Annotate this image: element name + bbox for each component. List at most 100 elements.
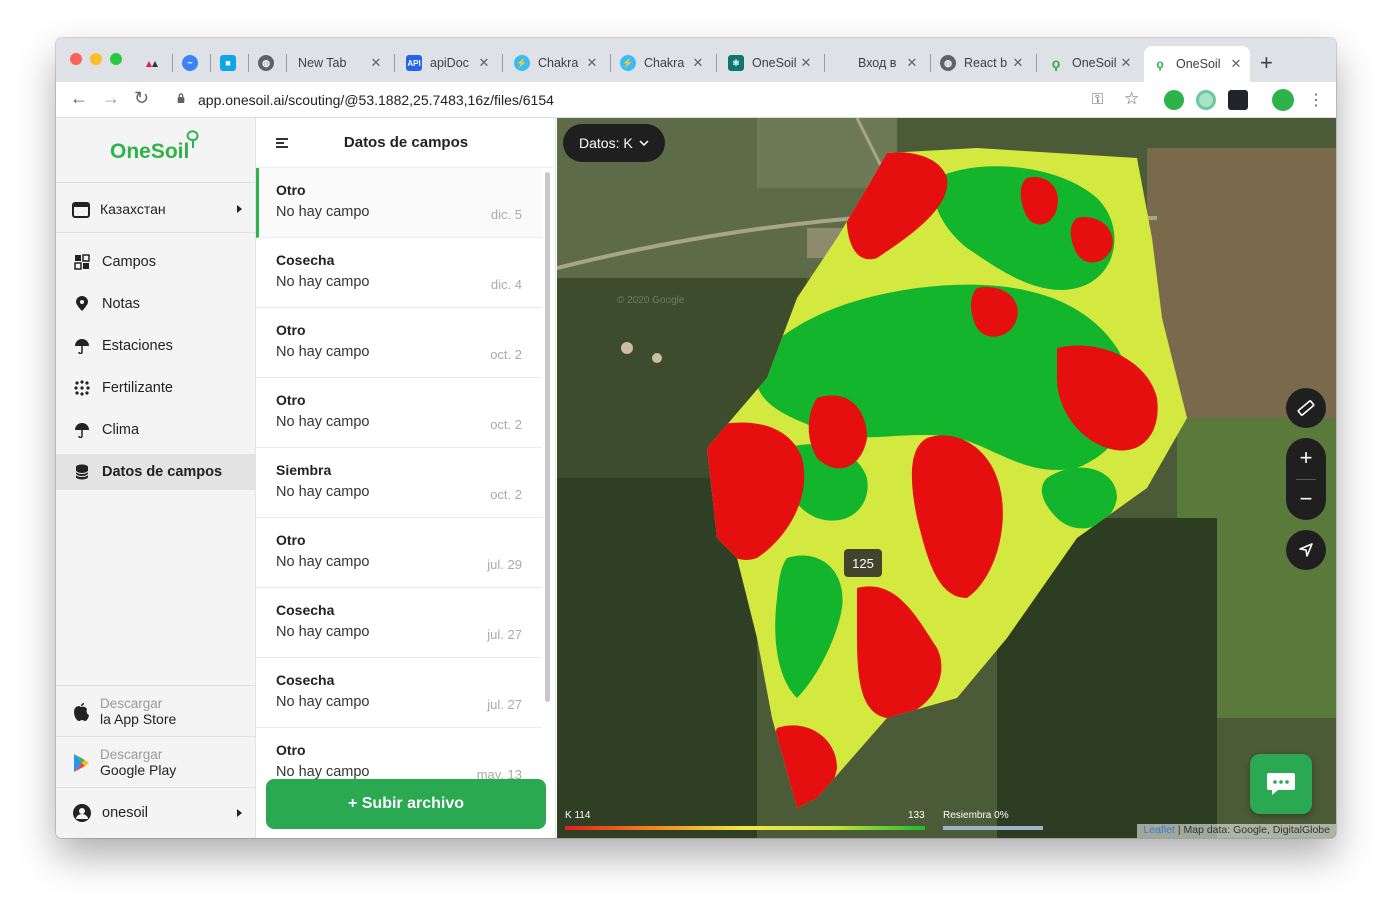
file-row[interactable]: Cosecha No hay campo jul. 27 xyxy=(256,588,542,658)
user-menu[interactable]: onesoil xyxy=(72,803,242,823)
app-store-line1: Descargar xyxy=(100,696,163,711)
close-icon[interactable]: ✕ xyxy=(904,55,920,71)
tab-onesoil-1[interactable]: ϙ OneSoil ✕ xyxy=(1040,48,1140,78)
zoom-out-button[interactable]: − xyxy=(1286,479,1326,519)
file-date: jul. 27 xyxy=(487,627,522,642)
tab-pinned-1[interactable] xyxy=(136,48,172,78)
sidebar-item-datos-de-campos[interactable]: Datos de campos xyxy=(56,454,256,490)
ruler-button[interactable] xyxy=(1286,388,1326,428)
star-icon[interactable]: ☆ xyxy=(1124,89,1139,109)
forward-arrow-icon[interactable]: → xyxy=(102,88,120,109)
close-icon[interactable]: ✕ xyxy=(690,55,706,71)
value-tooltip: 125 xyxy=(844,549,882,577)
close-icon[interactable]: ✕ xyxy=(1118,55,1134,71)
tab-pinned-2[interactable]: ~ xyxy=(174,48,210,78)
file-row[interactable]: Cosecha No hay campo dic. 4 xyxy=(256,238,542,308)
extension-circle-icon[interactable] xyxy=(1196,90,1216,110)
file-row[interactable]: Otro No hay campo may. 13 xyxy=(256,728,542,780)
caret-right-icon xyxy=(237,205,242,213)
locate-button[interactable] xyxy=(1286,530,1326,570)
tab-chakra-2[interactable]: ⚡ Chakra ✕ xyxy=(612,48,712,78)
onesoil-icon: ϙ xyxy=(1156,57,1164,71)
legend-gradient xyxy=(565,826,925,830)
profile-avatar[interactable] xyxy=(1272,89,1294,111)
file-type: Otro xyxy=(276,182,306,198)
file-row[interactable]: Otro No hay campo dic. 5 xyxy=(256,168,542,238)
minimize-window-button[interactable] xyxy=(90,53,102,65)
file-row[interactable]: Cosecha No hay campo jul. 27 xyxy=(256,658,542,728)
file-list: Otro No hay campo dic. 5 Cosecha No hay … xyxy=(256,168,542,780)
file-row[interactable]: Otro No hay campo oct. 2 xyxy=(256,308,542,378)
file-field: No hay campo xyxy=(276,274,370,290)
caret-right-icon xyxy=(237,809,242,817)
map-view[interactable]: © 2020 Google Datos: K + − 125 K 114 133… xyxy=(557,118,1336,838)
key-icon[interactable]: ⚿ xyxy=(1092,91,1103,108)
url-field[interactable]: app.onesoil.ai/scouting/@53.1882,25.7483… xyxy=(198,92,554,108)
onesoil-logo[interactable]: OneSoil xyxy=(110,140,189,164)
leaf-logo-icon xyxy=(186,130,199,148)
back-arrow-icon[interactable]: ← xyxy=(70,88,88,109)
close-icon[interactable]: ✕ xyxy=(1010,55,1026,71)
chevron-down-icon xyxy=(639,140,649,146)
scrollbar-thumb[interactable] xyxy=(545,172,550,702)
leaflet-link[interactable]: Leaflet xyxy=(1143,824,1175,836)
user-name: onesoil xyxy=(102,805,148,821)
fields-icon xyxy=(74,254,90,270)
panel-title: Datos de campos xyxy=(343,134,469,151)
api-icon: API xyxy=(406,55,422,71)
react-icon: ⚛ xyxy=(728,55,744,71)
file-row[interactable]: Otro No hay campo jul. 29 xyxy=(256,518,542,588)
close-icon[interactable]: ✕ xyxy=(584,55,600,71)
google-play-link[interactable]: Descargar Google Play xyxy=(72,747,176,778)
sidebar-item-label: Campos xyxy=(102,254,156,270)
close-icon[interactable]: ✕ xyxy=(368,55,384,71)
tab-pinned-4[interactable]: ◍ xyxy=(250,48,286,78)
file-field: No hay campo xyxy=(276,204,370,220)
close-icon[interactable]: ✕ xyxy=(1228,56,1244,72)
chat-button[interactable] xyxy=(1250,754,1312,814)
tab-onesoil-active[interactable]: ϙ OneSoil ✕ xyxy=(1144,46,1250,82)
file-type: Siembra xyxy=(276,462,332,478)
tab-pinned-3[interactable]: ■ xyxy=(212,48,248,78)
tab-chakra-1[interactable]: ⚡ Chakra ✕ xyxy=(506,48,606,78)
sidebar-item-clima[interactable]: Clima xyxy=(56,412,256,448)
upload-file-button[interactable]: + Subir archivo xyxy=(266,779,546,829)
chakra-icon: ⚡ xyxy=(514,55,530,71)
zoom-controls: + − xyxy=(1286,438,1326,520)
more-vert-icon[interactable]: ⋮ xyxy=(1308,90,1324,110)
close-icon[interactable]: ✕ xyxy=(476,55,492,71)
extension-green-icon[interactable] xyxy=(1164,90,1184,110)
react-devtools-icon[interactable] xyxy=(1228,90,1248,110)
close-icon[interactable]: ✕ xyxy=(798,55,814,71)
tab-apidoc[interactable]: API apiDoc ✕ xyxy=(398,48,498,78)
tab-onesoil-react[interactable]: ⚛ OneSoil ✕ xyxy=(720,48,820,78)
data-layer-selector[interactable]: Datos: K xyxy=(563,124,665,162)
file-date: jul. 29 xyxy=(487,557,522,572)
zoom-in-button[interactable]: + xyxy=(1286,438,1326,478)
tab-new-tab[interactable]: New Tab ✕ xyxy=(290,48,390,78)
sidebar-item-notas[interactable]: Notas xyxy=(56,286,256,322)
navigation-arrow-icon xyxy=(1299,543,1313,557)
app-store-link[interactable]: Descargar la App Store xyxy=(72,696,176,727)
country-selector[interactable]: Казахстан xyxy=(72,198,242,220)
sidebar-item-estaciones[interactable]: Estaciones xyxy=(56,328,256,364)
tab-vhod[interactable]: Вход в ✕ xyxy=(826,48,926,78)
tab-react-b[interactable]: ◍ React b ✕ xyxy=(932,48,1032,78)
sidebar-item-label: Datos de campos xyxy=(102,464,223,480)
new-tab-button[interactable]: + xyxy=(1260,50,1273,76)
chakra-icon: ⚡ xyxy=(620,55,636,71)
file-row[interactable]: Otro No hay campo oct. 2 xyxy=(256,378,542,448)
file-type: Cosecha xyxy=(276,602,335,618)
sidebar-item-fertilizante[interactable]: Fertilizante xyxy=(56,370,256,406)
sidebar-item-campos[interactable]: Campos xyxy=(56,244,256,280)
close-window-button[interactable] xyxy=(70,53,82,65)
satellite-map: © 2020 Google xyxy=(557,118,1336,838)
panel-header: Datos de campos xyxy=(256,118,556,168)
app-store-line2: la App Store xyxy=(100,711,177,727)
reload-icon[interactable]: ↻ xyxy=(134,88,149,109)
sidebar-item-label: Fertilizante xyxy=(102,380,173,396)
maximize-window-button[interactable] xyxy=(110,53,122,65)
tab-label: Chakra xyxy=(538,56,579,70)
file-type: Cosecha xyxy=(276,672,335,688)
file-row[interactable]: Siembra No hay campo oct. 2 xyxy=(256,448,542,518)
